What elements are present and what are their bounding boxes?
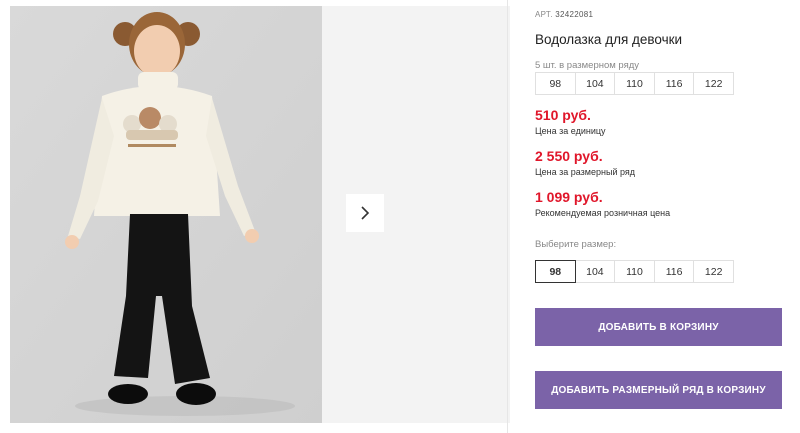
add-to-cart-button[interactable]: ДОБАВИТЬ В КОРЗИНУ [535, 308, 782, 346]
size-selector: 98 104 110 116 122 [535, 260, 734, 283]
column-divider [507, 0, 508, 433]
size-row-caption: 5 шт. в размерном ряду [535, 60, 640, 71]
size-row-item: 122 [693, 72, 734, 95]
size-option[interactable]: 116 [653, 260, 695, 283]
size-row-list: 98 104 110 116 122 [535, 72, 734, 95]
row-price-note: Цена за размерный ряд [535, 167, 636, 177]
product-photo-image [10, 6, 322, 423]
add-size-row-to-cart-button[interactable]: ДОБАВИТЬ РАЗМЕРНЫЙ РЯД В КОРЗИНУ [535, 371, 782, 409]
article-value: 32422081 [555, 10, 594, 19]
size-option[interactable]: 104 [574, 260, 616, 283]
size-select-label: Выберите размер: [535, 239, 617, 250]
article-number: АРТ. 32422081 [535, 10, 593, 19]
product-title: Водолазка для девочки [535, 32, 683, 47]
unit-price-note: Цена за единицу [535, 126, 606, 136]
size-option[interactable]: 122 [693, 260, 734, 283]
size-option[interactable]: 110 [614, 260, 655, 283]
retail-price-note: Рекомендуемая розничная цена [535, 208, 671, 218]
gallery-next-button[interactable] [346, 194, 384, 232]
gallery-next-area [322, 6, 510, 423]
size-row-item: 116 [653, 72, 695, 95]
article-label: АРТ. [535, 10, 553, 19]
retail-price: 1 099 руб. [535, 189, 603, 205]
unit-price: 510 руб. [535, 107, 591, 123]
size-row-item: 98 [535, 72, 576, 95]
size-row-item: 104 [574, 72, 616, 95]
product-photo [10, 6, 322, 423]
row-price: 2 550 руб. [535, 148, 603, 164]
size-option-selected[interactable]: 98 [535, 260, 576, 283]
size-row-item: 110 [614, 72, 655, 95]
chevron-right-icon [361, 206, 370, 220]
product-gallery [10, 6, 510, 423]
